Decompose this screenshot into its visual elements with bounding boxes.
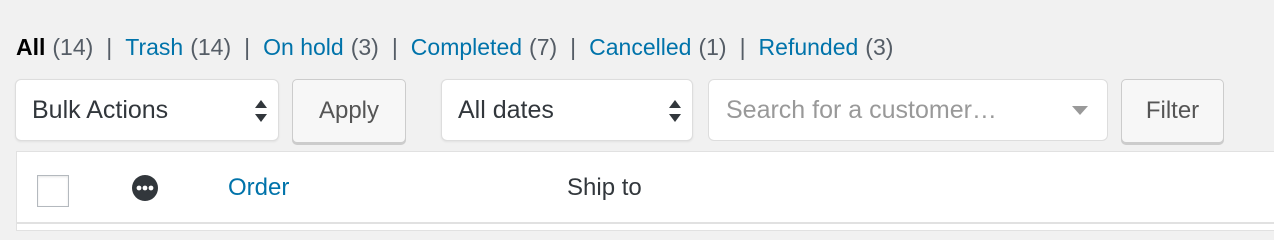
dates-filter-select[interactable]: All dates: [441, 79, 693, 141]
select-arrows-icon: [255, 100, 267, 122]
status-filter-count: (14): [52, 34, 94, 60]
status-filter-label[interactable]: Refunded: [759, 31, 859, 63]
dates-filter-value: All dates: [458, 95, 554, 124]
select-arrows-icon: [669, 100, 681, 122]
separator: |: [739, 34, 746, 60]
separator: |: [244, 34, 251, 60]
customer-search-select[interactable]: Search for a customer…: [708, 79, 1108, 141]
separator: |: [570, 34, 577, 60]
orders-table-header: Order Ship to: [16, 151, 1274, 231]
status-filter-count: (14): [190, 34, 232, 60]
separator: |: [391, 34, 398, 60]
separator: |: [106, 34, 113, 60]
filter-button[interactable]: Filter: [1121, 79, 1224, 143]
divider: [17, 222, 1274, 224]
select-all-checkbox[interactable]: [37, 175, 69, 207]
apply-button[interactable]: Apply: [292, 79, 406, 143]
status-filter-label[interactable]: Cancelled: [589, 31, 691, 63]
status-filter-label[interactable]: Completed: [411, 31, 522, 63]
filter-button-label: Filter: [1145, 97, 1200, 124]
status-filter-count: (3): [350, 34, 379, 60]
status-filter-on-hold[interactable]: On hold (3): [263, 31, 379, 63]
status-filter-count: (3): [865, 34, 894, 60]
status-filter-label[interactable]: Trash: [125, 31, 183, 63]
chevron-down-icon: [1072, 106, 1088, 115]
more-dots-icon: [132, 175, 158, 201]
column-header-order[interactable]: Order: [228, 174, 289, 202]
status-filter-count: (1): [698, 34, 727, 60]
apply-button-label: Apply: [318, 97, 380, 124]
bulk-actions-value: Bulk Actions: [32, 95, 169, 124]
status-filter-label[interactable]: All: [16, 31, 45, 63]
status-filter-all[interactable]: All (14): [16, 31, 93, 63]
order-status-filters: All (14) | Trash (14) | On hold (3) | Co…: [16, 31, 893, 63]
column-header-ship-to: Ship to: [567, 174, 642, 201]
status-filter-cancelled[interactable]: Cancelled (1): [589, 31, 726, 63]
bulk-actions-select[interactable]: Bulk Actions: [15, 79, 279, 141]
status-filter-trash[interactable]: Trash (14): [125, 31, 231, 63]
status-filter-label[interactable]: On hold: [263, 31, 344, 63]
status-filter-completed[interactable]: Completed (7): [411, 31, 557, 63]
status-filter-count: (7): [529, 34, 558, 60]
customer-search-placeholder: Search for a customer…: [726, 95, 997, 124]
status-filter-refunded[interactable]: Refunded (3): [759, 31, 894, 63]
